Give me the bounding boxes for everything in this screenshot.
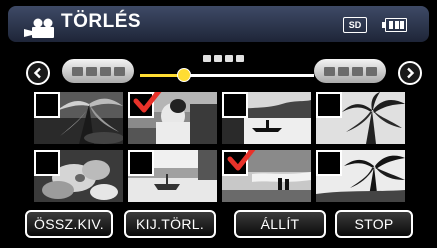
next-page-button[interactable] xyxy=(398,61,422,85)
checkmark-icon xyxy=(133,92,162,113)
select-all-button[interactable]: ÖSSZ.KIV. xyxy=(25,210,113,238)
thumbnail-item[interactable] xyxy=(128,150,217,202)
page-indicator xyxy=(203,55,244,62)
battery-icon xyxy=(382,18,407,32)
thumbnail-item[interactable] xyxy=(316,92,405,144)
checkmark-icon xyxy=(227,150,256,171)
video-camera-icon xyxy=(24,18,54,38)
chevron-left-icon xyxy=(33,67,41,79)
set-button[interactable]: ÁLLÍT xyxy=(234,210,326,238)
prev-page-button[interactable] xyxy=(26,61,50,85)
delete-screen: TÖRLÉS SD ÖSSZ.KIV. KIJ.TÖRL. ÁLLÍT STOP xyxy=(0,0,437,248)
scroll-slider[interactable] xyxy=(140,74,314,77)
screen-title: TÖRLÉS xyxy=(61,11,142,32)
thumbnail-item[interactable] xyxy=(316,150,405,202)
slider-handle[interactable] xyxy=(176,68,191,82)
select-checkbox[interactable] xyxy=(128,150,154,176)
thumbnail-item[interactable] xyxy=(128,92,217,144)
select-checkbox[interactable] xyxy=(222,92,248,118)
prev-group-button[interactable] xyxy=(62,59,134,83)
thumbnail-item[interactable] xyxy=(222,150,311,202)
select-checkbox[interactable] xyxy=(316,150,342,176)
thumbnail-item[interactable] xyxy=(34,150,123,202)
next-group-button[interactable] xyxy=(314,59,386,83)
sd-card-icon: SD xyxy=(343,17,367,33)
thumbnail-item[interactable] xyxy=(222,92,311,144)
deselect-all-button[interactable]: KIJ.TÖRL. xyxy=(124,210,216,238)
stop-button[interactable]: STOP xyxy=(335,210,413,238)
select-checkbox[interactable] xyxy=(34,92,60,118)
select-checkbox[interactable] xyxy=(316,92,342,118)
thumbnail-grid xyxy=(34,92,405,204)
select-checkbox[interactable] xyxy=(34,150,60,176)
chevron-right-icon xyxy=(407,67,415,79)
thumbnail-item[interactable] xyxy=(34,92,123,144)
